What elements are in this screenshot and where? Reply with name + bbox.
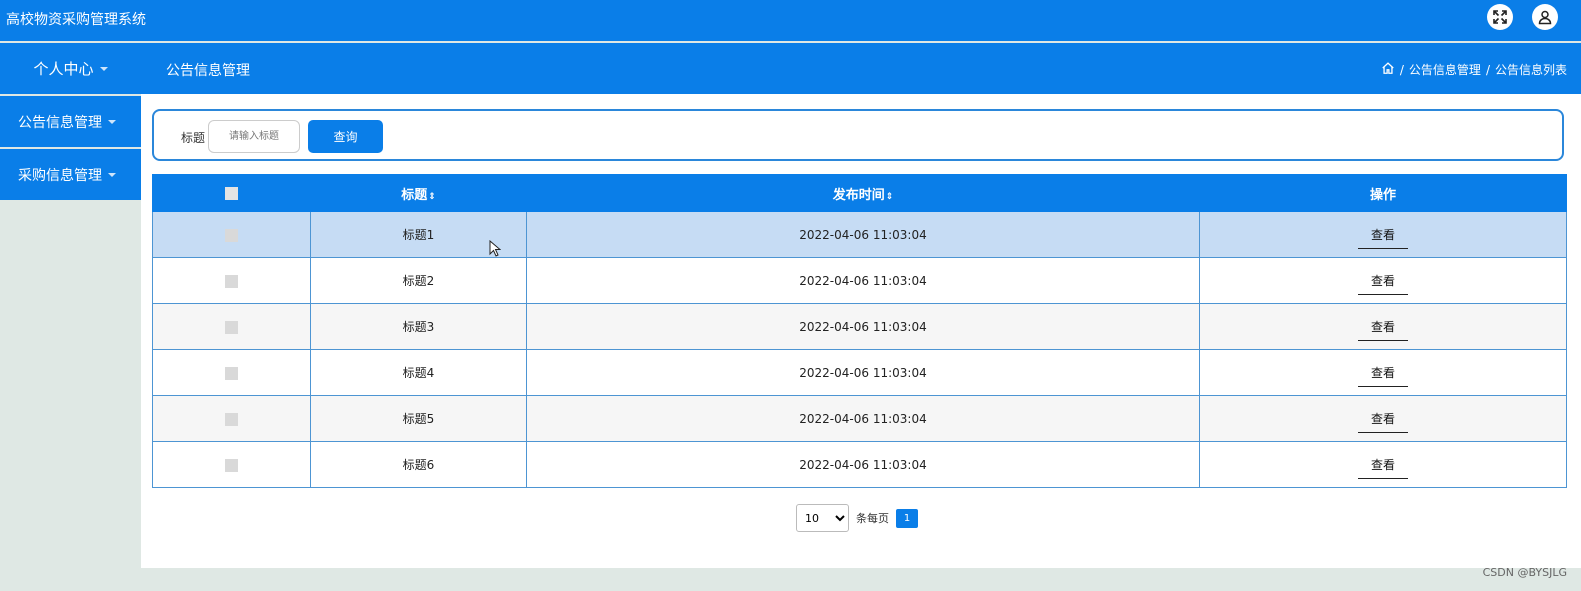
breadcrumb-separator: / bbox=[1399, 62, 1404, 77]
breadcrumb: / 公告信息管理 / 公告信息列表 bbox=[1381, 61, 1567, 78]
sidebar-item-label: 公告信息管理 bbox=[18, 114, 102, 131]
row-checkbox[interactable] bbox=[225, 228, 238, 242]
table-row[interactable]: 标题1 2022-04-06 11:03:04 查看 bbox=[152, 211, 1567, 258]
row-checkbox[interactable] bbox=[225, 458, 238, 472]
watermark: CSDN @BYSJLG bbox=[1482, 566, 1567, 579]
breadcrumb-separator: / bbox=[1485, 62, 1490, 77]
sidebar-item-notice[interactable]: 公告信息管理 bbox=[0, 96, 141, 147]
search-input[interactable] bbox=[208, 120, 300, 153]
table-row[interactable]: 标题3 2022-04-06 11:03:04 查看 bbox=[152, 303, 1567, 350]
sidebar-item-purchase[interactable]: 采购信息管理 bbox=[0, 149, 141, 200]
cell-title: 标题3 bbox=[310, 303, 527, 350]
sidebar-item-label: 采购信息管理 bbox=[18, 167, 102, 184]
cell-time: 2022-04-06 11:03:04 bbox=[526, 257, 1200, 304]
caret-down-icon bbox=[108, 119, 116, 124]
search-label: 标题 bbox=[181, 131, 206, 145]
column-header-time[interactable]: 发布时间⇕ bbox=[526, 174, 1200, 212]
select-all-cell bbox=[152, 174, 311, 212]
cell-time: 2022-04-06 11:03:04 bbox=[526, 395, 1200, 442]
user-icon[interactable] bbox=[1532, 4, 1558, 30]
cell-title: 标题6 bbox=[310, 441, 527, 488]
column-header-title[interactable]: 标题⇕ bbox=[310, 174, 527, 212]
row-checkbox[interactable] bbox=[225, 366, 238, 380]
page-size-select[interactable]: 10 bbox=[796, 504, 849, 532]
row-checkbox[interactable] bbox=[225, 274, 238, 288]
per-page-label: 条每页 bbox=[856, 512, 889, 525]
sort-icon: ⇕ bbox=[428, 191, 436, 202]
search-panel: 标题 查询 bbox=[152, 109, 1564, 161]
sort-icon: ⇕ bbox=[885, 191, 894, 202]
cell-title: 标题4 bbox=[310, 349, 527, 396]
table-row[interactable]: 标题6 2022-04-06 11:03:04 查看 bbox=[152, 441, 1567, 488]
breadcrumb-item-current: 公告信息列表 bbox=[1494, 63, 1567, 77]
row-checkbox[interactable] bbox=[225, 320, 238, 334]
nav-personal-center[interactable]: 个人中心 bbox=[0, 43, 141, 94]
column-header-action: 操作 bbox=[1199, 174, 1567, 212]
view-button[interactable]: 查看 bbox=[1358, 272, 1408, 295]
column-header-time-label: 发布时间 bbox=[832, 187, 885, 203]
page-title: 公告信息管理 bbox=[166, 63, 250, 79]
search-button[interactable]: 查询 bbox=[308, 120, 383, 153]
sidebar: 公告信息管理 采购信息管理 bbox=[0, 96, 141, 202]
cell-time: 2022-04-06 11:03:04 bbox=[526, 211, 1200, 258]
main-content: 标题 查询 标题⇕ 发布时间⇕ 操作 标题1 2022-04-06 11:03:… bbox=[141, 94, 1581, 568]
table-row[interactable]: 标题2 2022-04-06 11:03:04 查看 bbox=[152, 257, 1567, 304]
page-number-button[interactable]: 1 bbox=[896, 508, 918, 528]
cell-time: 2022-04-06 11:03:04 bbox=[526, 349, 1200, 396]
column-header-title-label: 标题 bbox=[401, 187, 428, 203]
pagination: 10 条每页 1 bbox=[796, 504, 918, 532]
nav-bar: 个人中心 公告信息管理 / 公告信息管理 / 公告信息列表 bbox=[0, 43, 1581, 94]
nav-personal-center-label: 个人中心 bbox=[33, 60, 94, 78]
notice-table: 标题⇕ 发布时间⇕ 操作 标题1 2022-04-06 11:03:04 查看 … bbox=[152, 174, 1567, 488]
view-button[interactable]: 查看 bbox=[1358, 226, 1408, 249]
caret-down-icon bbox=[108, 172, 116, 177]
table-row[interactable]: 标题5 2022-04-06 11:03:04 查看 bbox=[152, 395, 1567, 442]
caret-down-icon bbox=[99, 66, 108, 71]
cell-time: 2022-04-06 11:03:04 bbox=[526, 303, 1200, 350]
view-button[interactable]: 查看 bbox=[1358, 410, 1408, 433]
home-icon[interactable] bbox=[1381, 61, 1395, 78]
cell-title: 标题2 bbox=[310, 257, 527, 304]
row-checkbox[interactable] bbox=[225, 412, 238, 426]
view-button[interactable]: 查看 bbox=[1358, 364, 1408, 387]
breadcrumb-item[interactable]: 公告信息管理 bbox=[1409, 61, 1481, 78]
table-header-row: 标题⇕ 发布时间⇕ 操作 bbox=[152, 174, 1567, 212]
top-bar: 高校物资采购管理系统 bbox=[0, 0, 1581, 41]
cell-title: 标题5 bbox=[310, 395, 527, 442]
view-button[interactable]: 查看 bbox=[1358, 456, 1408, 479]
view-button[interactable]: 查看 bbox=[1358, 318, 1408, 341]
select-all-checkbox[interactable] bbox=[225, 186, 238, 200]
expand-icon[interactable] bbox=[1487, 4, 1513, 30]
table-row[interactable]: 标题4 2022-04-06 11:03:04 查看 bbox=[152, 349, 1567, 396]
mouse-cursor-icon bbox=[489, 240, 501, 257]
cell-time: 2022-04-06 11:03:04 bbox=[526, 441, 1200, 488]
app-title: 高校物资采购管理系统 bbox=[6, 12, 146, 28]
